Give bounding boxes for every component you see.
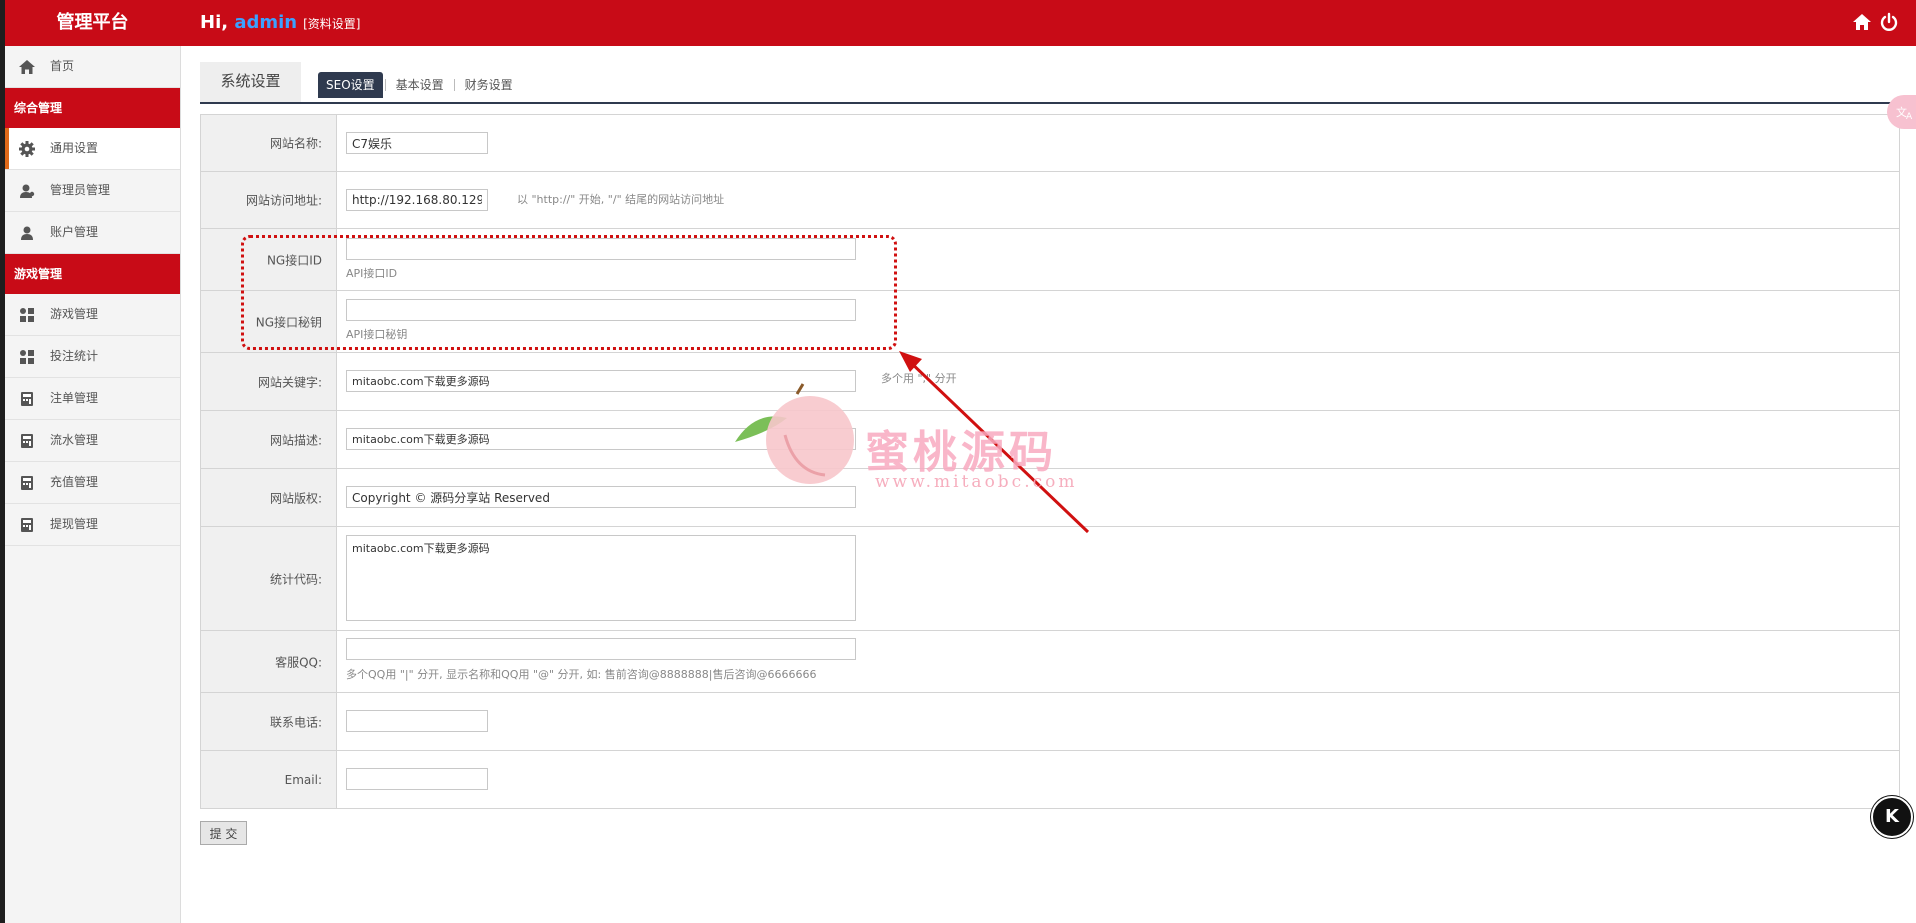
tab-basic[interactable]: 基本设置 [388, 72, 452, 98]
svg-text:A: A [1906, 112, 1913, 121]
form-row-site-url: 网站访问地址: 以 "http://" 开始, "/" 结尾的网站访问地址 [201, 172, 1899, 229]
sidebar-item-bet-statistics[interactable]: 投注统计 [5, 336, 180, 378]
greeting-prefix: Hi, [200, 12, 235, 33]
admin-user-icon [20, 184, 35, 198]
sidebar-item-label: 提现管理 [50, 517, 99, 531]
watermark-url: www.mitaobc.com [875, 472, 1078, 492]
power-icon[interactable] [1879, 12, 1899, 32]
sidebar-group-general: 综合管理 [5, 88, 180, 128]
sidebar-item-label: 投注统计 [50, 349, 99, 363]
sidebar-group-games: 游戏管理 [5, 254, 180, 294]
email-input[interactable] [346, 768, 488, 790]
user-icon [21, 226, 33, 240]
section-title: 系统设置 [200, 62, 301, 102]
floating-k-badge[interactable]: K [1871, 796, 1913, 838]
sidebar-item-account-management[interactable]: 账户管理 [5, 212, 180, 254]
site-url-input[interactable] [346, 189, 488, 211]
phone-input[interactable] [346, 710, 488, 732]
sidebar-item-label: 游戏管理 [50, 307, 99, 321]
greeting: Hi, admin [资料设置] [200, 0, 361, 46]
field-label: 网站名称: [201, 115, 337, 171]
field-label: 网站描述: [201, 411, 337, 468]
calculator-icon [21, 434, 33, 448]
home-icon [19, 60, 35, 74]
sidebar-item-turnover[interactable]: 流水管理 [5, 420, 180, 462]
gear-icon [19, 141, 35, 157]
calculator-icon [21, 392, 33, 406]
field-label: Email: [201, 751, 337, 808]
home-icon[interactable] [1852, 12, 1872, 32]
service-qq-input[interactable] [346, 638, 856, 660]
watermark: 蜜桃源码 www.mitaobc.com [725, 380, 1105, 500]
top-header: 管理平台 Hi, admin [资料设置] [5, 0, 1916, 46]
sidebar-item-general-settings[interactable]: 通用设置 [5, 128, 180, 170]
sidebar-item-label: 账户管理 [50, 225, 99, 239]
field-label: 统计代码: [201, 527, 337, 630]
tab-bar: 系统设置 SEO设置 基本设置 财务设置 [200, 62, 1900, 104]
tab-finance[interactable]: 财务设置 [457, 72, 521, 98]
sidebar-item-admin-management[interactable]: 管理员管理 [5, 170, 180, 212]
translate-icon: 文 A [1896, 105, 1913, 121]
peach-logo [735, 383, 854, 484]
sidebar-item-label: 充值管理 [50, 475, 99, 489]
sidebar-item-bet-orders[interactable]: 注单管理 [5, 378, 180, 420]
form-row-stats-code: 统计代码: mitaobc.com下载更多源码 [201, 527, 1899, 631]
field-label: 网站访问地址: [201, 172, 337, 228]
site-name-input[interactable] [346, 132, 488, 154]
submit-button[interactable]: 提 交 [200, 821, 247, 845]
page-crumb: [资料设置] [303, 17, 361, 31]
calculator-icon [21, 518, 33, 532]
field-label: 网站关键字: [201, 353, 337, 410]
stats-code-textarea[interactable]: mitaobc.com下载更多源码 [346, 535, 856, 621]
sidebar-item-label: 首页 [50, 59, 75, 73]
watermark-text: 蜜桃源码 [865, 427, 1057, 478]
field-label: 客服QQ: [201, 631, 337, 692]
form-row-service-qq: 客服QQ: 多个QQ用 "|" 分开, 显示名称和QQ用 "@" 分开, 如: … [201, 631, 1899, 693]
sidebar-item-label: 管理员管理 [50, 183, 111, 197]
form-row-email: Email: [201, 751, 1899, 808]
sidebar-item-label: 通用设置 [50, 141, 99, 155]
sidebar-item-game-management[interactable]: 游戏管理 [5, 294, 180, 336]
brand-title: 管理平台 [56, 12, 129, 33]
field-label: 联系电话: [201, 693, 337, 750]
site-url-hint: 以 "http://" 开始, "/" 结尾的网站访问地址 [517, 193, 725, 206]
sidebar-item-home[interactable]: 首页 [5, 46, 180, 88]
grid-icon [20, 350, 34, 364]
username[interactable]: admin [234, 12, 297, 33]
tab-divider [384, 79, 386, 91]
service-qq-hint: 多个QQ用 "|" 分开, 显示名称和QQ用 "@" 分开, 如: 售前咨询@8… [346, 668, 817, 681]
form-row-phone: 联系电话: [201, 693, 1899, 751]
sidebar: 首页 综合管理 通用设置 管理员管理 账户管理 游戏管理 游戏管理 投注统计 注… [5, 46, 181, 923]
translate-float-button[interactable]: 文 A [1887, 95, 1916, 129]
calculator-icon [21, 476, 33, 490]
sidebar-item-label: 注单管理 [50, 391, 99, 405]
sub-tabs: SEO设置 基本设置 财务设置 [318, 72, 521, 102]
sidebar-item-recharge[interactable]: 充值管理 [5, 462, 180, 504]
sidebar-item-label: 流水管理 [50, 433, 99, 447]
tab-divider [453, 79, 455, 91]
tab-seo[interactable]: SEO设置 [318, 72, 383, 98]
form-row-site-name: 网站名称: [201, 115, 1899, 172]
sidebar-item-withdrawal[interactable]: 提现管理 [5, 504, 180, 546]
grid-icon [20, 308, 34, 322]
annotation-highlight-box [241, 235, 897, 350]
field-label: 网站版权: [201, 469, 337, 526]
